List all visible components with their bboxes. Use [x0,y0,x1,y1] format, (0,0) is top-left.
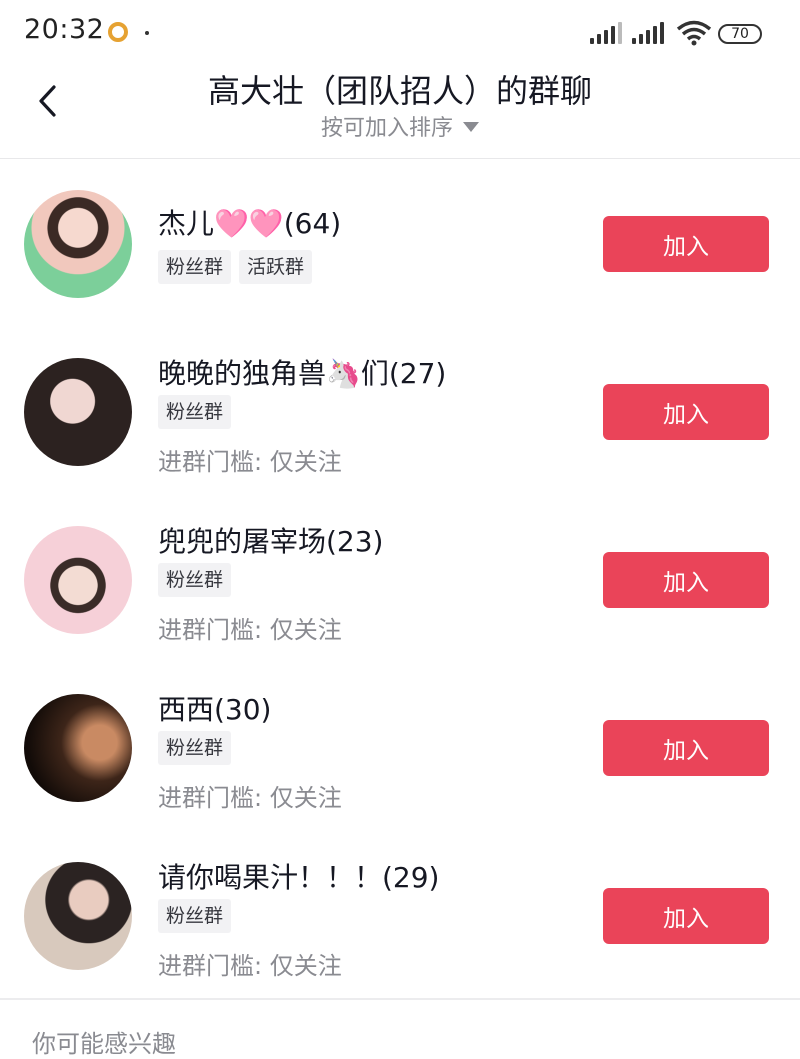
join-threshold: 进群门槛: 仅关注 [158,952,342,980]
section-title-suggestions: 你可能感兴趣 [32,1030,176,1058]
sort-label: 按可加入排序 [320,116,453,141]
group-tags: 粉丝群 [158,395,232,429]
notification-dot-icon [145,31,149,35]
status-bar: 20:32 70 [0,0,800,62]
wifi-icon [676,20,712,46]
section-divider [0,998,800,1000]
group-name: 晚晚的独角兽🦄们(27) [158,357,447,390]
tag-fan-group: 粉丝群 [158,731,232,765]
group-item[interactable]: 请你喝果汁！！！(29) 粉丝群 进群门槛: 仅关注 加入 [0,831,800,999]
signal-icon [590,22,622,44]
group-item[interactable]: 兜兜的屠宰场(23) 粉丝群 进群门槛: 仅关注 加入 [0,495,800,663]
group-avatar [24,526,132,634]
join-threshold: 进群门槛: 仅关注 [158,616,342,644]
join-button[interactable]: 加入 [603,552,769,608]
tag-fan-group: 粉丝群 [158,563,232,597]
signal-icon-2 [632,22,664,44]
group-tags: 粉丝群 [158,731,232,765]
join-button[interactable]: 加入 [603,384,769,440]
battery-icon: 70 [718,24,762,44]
group-name: 杰儿🩷🩷(64) [158,207,342,240]
group-name: 请你喝果汁！！！(29) [158,861,440,894]
join-threshold: 进群门槛: 仅关注 [158,448,342,476]
group-item[interactable]: 西西(30) 粉丝群 进群门槛: 仅关注 加入 [0,663,800,831]
group-avatar [24,862,132,970]
tag-fan-group: 粉丝群 [158,899,232,933]
group-tags: 粉丝群 [158,899,232,933]
group-tags: 粉丝群 活跃群 [158,250,313,284]
group-tags: 粉丝群 [158,563,232,597]
tag-fan-group: 粉丝群 [158,395,232,429]
group-avatar [24,190,132,298]
group-avatar [24,694,132,802]
group-item[interactable]: 晚晚的独角兽🦄们(27) 粉丝群 进群门槛: 仅关注 加入 [0,327,800,495]
page-title: 高大壮（团队招人）的群聊 [207,72,592,110]
caret-down-icon [463,122,479,132]
group-item[interactable]: 杰儿🩷🩷(64) 粉丝群 活跃群 加入 [0,159,800,327]
group-name: 西西(30) [158,693,272,726]
tag-fan-group: 粉丝群 [158,250,232,284]
status-time: 20:32 [24,14,105,45]
sort-selector[interactable]: 按可加入排序 [0,110,800,142]
group-avatar [24,358,132,466]
join-button[interactable]: 加入 [603,216,769,272]
join-button[interactable]: 加入 [603,888,769,944]
join-threshold: 进群门槛: 仅关注 [158,784,342,812]
join-button[interactable]: 加入 [603,720,769,776]
notification-ring-icon [108,22,128,42]
tag-active-group: 活跃群 [239,250,313,284]
group-name: 兜兜的屠宰场(23) [158,525,384,558]
